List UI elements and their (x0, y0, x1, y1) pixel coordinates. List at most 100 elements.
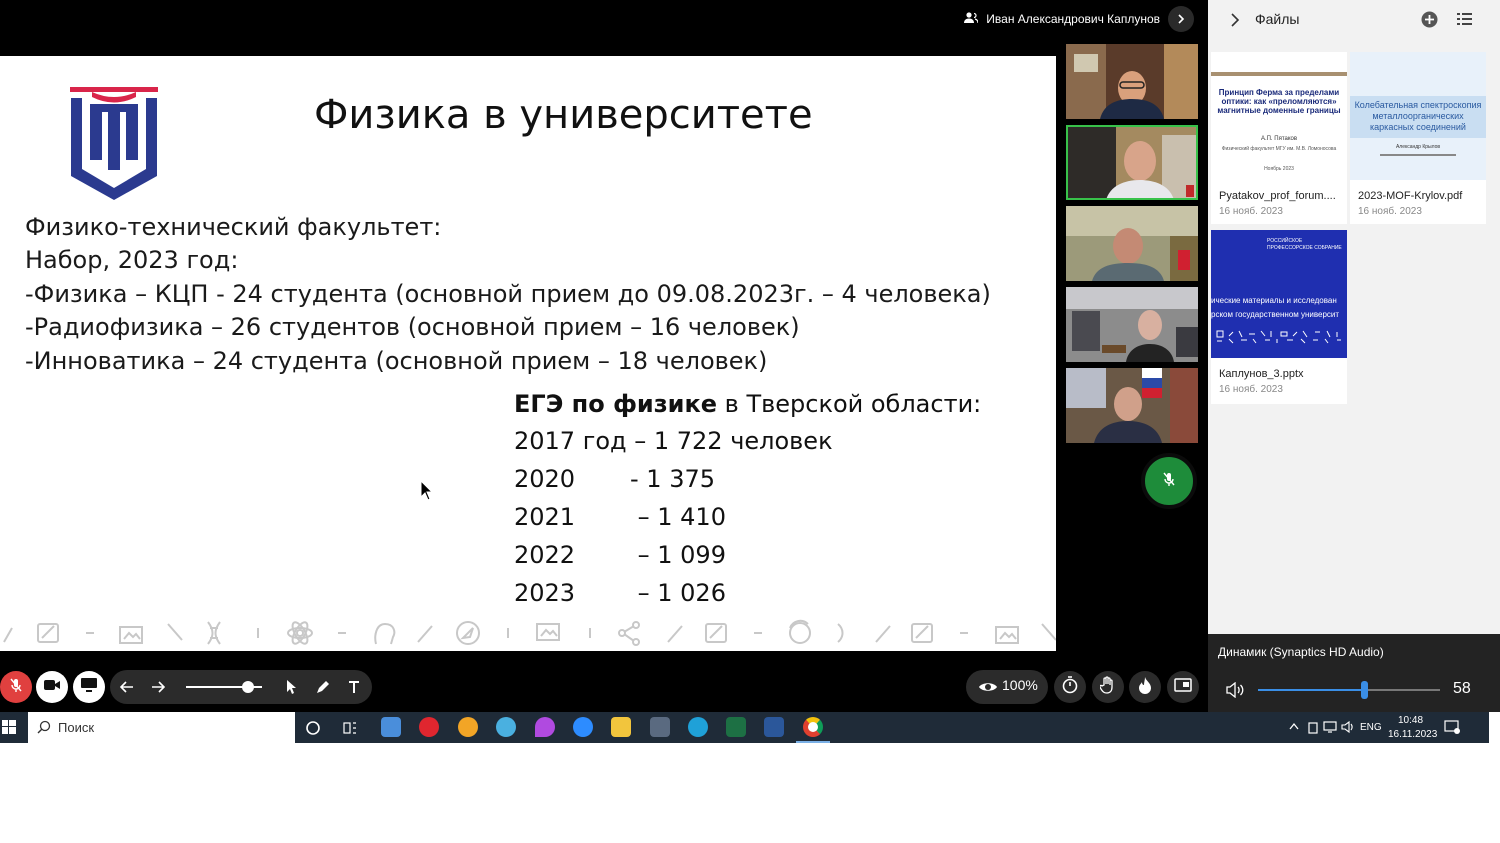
audio-device-panel: Динамик (Synaptics HD Audio) 58 (1208, 634, 1500, 712)
taskbar-search[interactable]: Поиск (28, 712, 295, 743)
presentation-slide: Физика в университете Физико-технический… (0, 56, 1056, 651)
layout-button[interactable] (1167, 671, 1199, 703)
edge-browser-icon[interactable] (688, 717, 708, 737)
volume-thumb[interactable] (1360, 681, 1368, 699)
volume-fill (1258, 689, 1364, 691)
participant-video-tile[interactable] (1066, 206, 1198, 281)
thumb-org: Физический факультет МГУ им. М.В. Ломоно… (1221, 146, 1337, 152)
zoom-level: 100% (1002, 677, 1038, 693)
thumb-author: А.П. Пятаков (1260, 136, 1298, 142)
presenter-name: Иван Александрович Каплунов (986, 12, 1160, 26)
ege-first-row: 2017 год – 1 722 человек (514, 427, 833, 455)
language-indicator[interactable]: ENG (1360, 722, 1382, 733)
ege-heading: ЕГЭ по физике в Тверской области: (514, 390, 981, 418)
chrome-icon[interactable] (803, 717, 823, 737)
clock-date: 16.11.2023 (1388, 729, 1438, 740)
file-date: 16 нояб. 2023 (1219, 206, 1283, 217)
yandex-app-icon[interactable] (419, 717, 439, 737)
slide-title: Физика в университете (314, 92, 813, 138)
timer-button[interactable] (1054, 671, 1086, 703)
files-panel-title: Файлы (1255, 11, 1300, 27)
search-placeholder: Поиск (58, 720, 95, 735)
add-file-icon[interactable] (1421, 11, 1438, 33)
slide-line-faculty: Физико-технический факультет: (25, 213, 442, 241)
files-panel-header: Файлы (1208, 0, 1500, 42)
thumb-icons-row (1215, 328, 1343, 344)
chevron-right-icon[interactable] (1168, 6, 1194, 32)
ege-heading-bold: ЕГЭ по физике (514, 390, 718, 418)
pen-icon[interactable] (311, 675, 335, 699)
cortana-icon[interactable] (305, 720, 321, 741)
participant-video-tile-speaking[interactable] (1066, 125, 1198, 200)
eye-icon (976, 675, 1000, 699)
app-window: Иван Александрович Каплунов Физика в уни… (0, 0, 1500, 843)
ege-value: - 1 375 (630, 465, 715, 493)
notifications-icon[interactable] (1444, 720, 1460, 737)
file-explorer-icon[interactable] (611, 717, 631, 737)
power-icon[interactable] (1307, 720, 1319, 737)
camera-icon (43, 678, 61, 697)
text-tool-icon[interactable] (342, 675, 366, 699)
file-date: 16 нояб. 2023 (1219, 384, 1283, 395)
presenter-indicator[interactable]: Иван Александрович Каплунов (964, 6, 1194, 32)
ege-value: – 1 099 (630, 541, 726, 569)
participant-video-tile[interactable] (1066, 287, 1198, 362)
file-card[interactable]: РОССИЙСКОЕ ПРОФЕССОРСКОЕ СОБРАНИЕ ически… (1211, 230, 1347, 404)
screen-share-button[interactable] (73, 671, 105, 703)
volume-icon[interactable] (1341, 720, 1355, 737)
file-thumbnail: Принцип Ферма за пределами оптики: как «… (1211, 52, 1347, 180)
notes-app-icon[interactable] (381, 717, 401, 737)
raise-hand-button[interactable] (1092, 671, 1124, 703)
clock-time: 10:48 (1398, 715, 1424, 726)
ege-row: 2021 – 1 410 (514, 503, 726, 531)
chevron-right-icon[interactable] (1230, 13, 1240, 32)
speaker-icon[interactable] (1226, 681, 1244, 703)
browser-app-icon[interactable] (458, 717, 478, 737)
network-app-icon[interactable] (496, 717, 516, 737)
chevron-up-icon[interactable] (1289, 722, 1299, 733)
list-view-icon[interactable] (1457, 12, 1472, 31)
arrow-left-icon[interactable] (115, 675, 139, 699)
file-card[interactable]: Колебательная спектроскопия металлоорган… (1350, 52, 1486, 224)
conference-stage: Иван Александрович Каплунов Физика в уни… (0, 0, 1208, 712)
pointer-icon[interactable] (280, 675, 304, 699)
thumb-title: Принцип Ферма за пределами оптики: как «… (1217, 88, 1341, 115)
ege-value: – 1 026 (630, 579, 726, 607)
microphone-toggle-button[interactable] (0, 671, 32, 703)
file-card[interactable]: Принцип Ферма за пределами оптики: как «… (1211, 52, 1347, 224)
ege-year: 2022 (514, 541, 576, 569)
person-icon (964, 11, 979, 27)
thumb-header: РОССИЙСКОЕ ПРОФЕССОРСКОЕ СОБРАНИЕ (1267, 238, 1342, 251)
thumb-title: Колебательная спектроскопия металлоорган… (1354, 100, 1482, 132)
top-bar: Иван Александрович Каплунов (0, 0, 1208, 56)
camera-toggle-button[interactable] (36, 671, 68, 703)
volume-value: 58 (1453, 680, 1471, 697)
presentation-tools-pill (110, 670, 372, 704)
paint-app-icon[interactable] (535, 717, 555, 737)
task-view-icon[interactable] (342, 720, 358, 741)
participant-video-tile[interactable] (1066, 44, 1198, 119)
word-icon[interactable] (764, 717, 784, 737)
thumb-title: ические материалы и исследован рском гос… (1211, 296, 1340, 319)
ege-value: – 1 410 (630, 503, 726, 531)
network-icon[interactable] (1323, 720, 1337, 737)
file-thumbnail: РОССИЙСКОЕ ПРОФЕССОРСКОЕ СОБРАНИЕ ически… (1211, 230, 1347, 358)
file-date: 16 нояб. 2023 (1358, 206, 1422, 217)
audio-device-name[interactable]: Динамик (Synaptics HD Audio) (1218, 645, 1384, 659)
timer-icon (1062, 675, 1078, 699)
search-icon (37, 720, 51, 739)
participant-video-tile[interactable] (1066, 368, 1198, 443)
ege-year: 2021 (514, 503, 576, 531)
mic-muted-button[interactable] (1141, 453, 1197, 509)
university-logo (68, 84, 162, 207)
calculator-icon[interactable] (650, 717, 670, 737)
reactions-button[interactable] (1129, 671, 1161, 703)
zoom-app-icon[interactable] (573, 717, 593, 737)
windows-start-icon[interactable] (2, 720, 16, 739)
slider-thumb[interactable] (242, 681, 255, 693)
layout-icon (1174, 677, 1192, 697)
arrow-right-icon[interactable] (146, 675, 170, 699)
ege-row: 2023 – 1 026 (514, 579, 726, 607)
slide-line-radiophysics: -Радиофизика – 26 студентов (основной пр… (25, 313, 800, 341)
excel-icon[interactable] (726, 717, 746, 737)
